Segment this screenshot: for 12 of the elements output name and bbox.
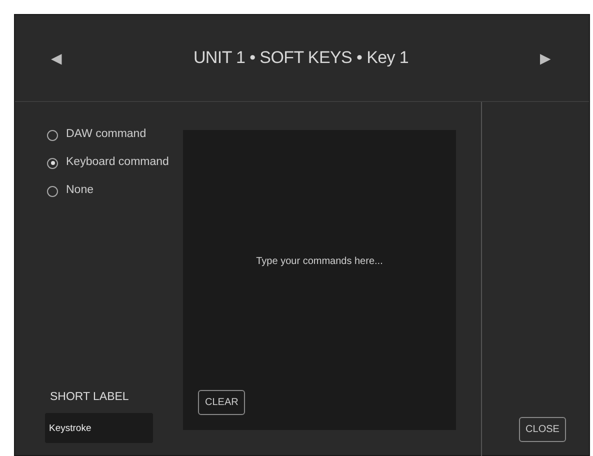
commands-field[interactable]: Type your commands here... CLEAR <box>183 130 456 430</box>
clear-button[interactable]: CLEAR <box>198 390 246 415</box>
radio-button[interactable] <box>47 130 58 140</box>
radio-button[interactable] <box>47 158 58 168</box>
close-button[interactable]: CLOSE <box>518 417 566 442</box>
radio-label[interactable]: None <box>66 182 94 200</box>
radio-button[interactable] <box>47 186 58 196</box>
radio-label[interactable]: Keyboard command <box>66 154 169 172</box>
short-label-heading: SHORT LABEL <box>50 390 130 405</box>
dialog-title: UNIT 1 • SOFT KEYS • Key 1 <box>193 47 409 70</box>
short-label-field[interactable]: Keystroke <box>45 413 153 443</box>
radio-label[interactable]: DAW command <box>66 126 146 144</box>
